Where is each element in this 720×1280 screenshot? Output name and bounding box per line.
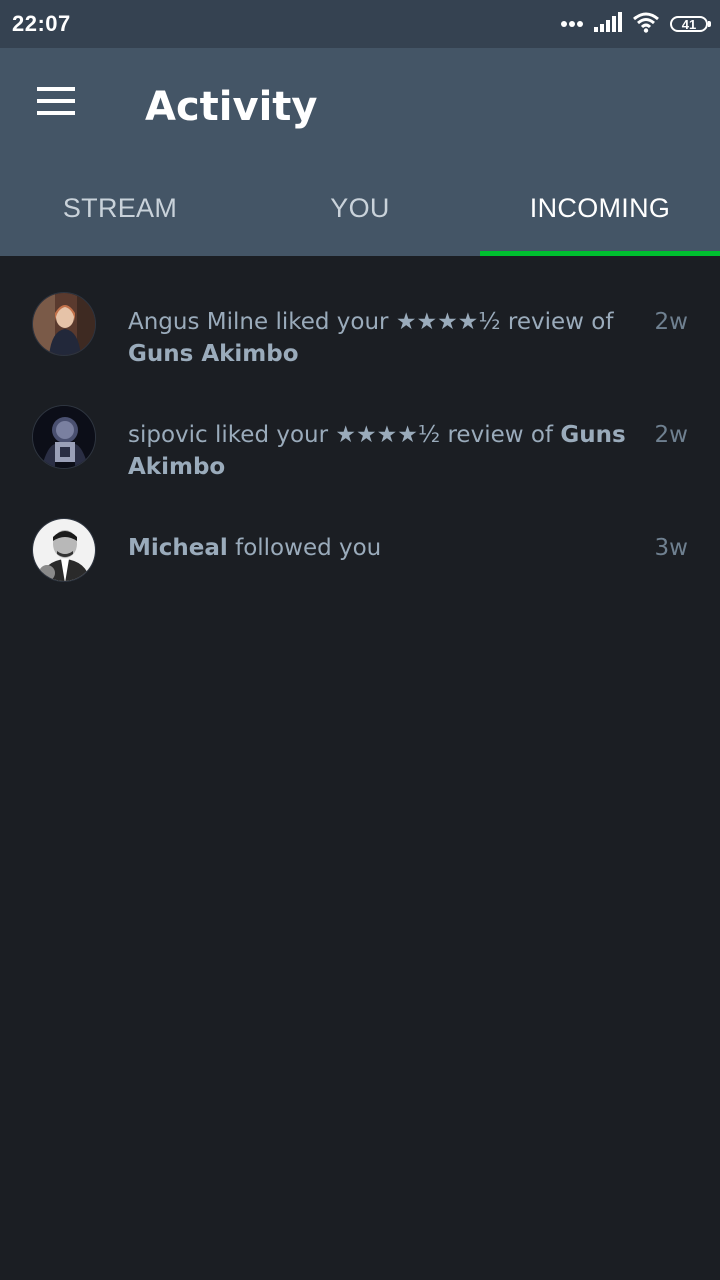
activity-action: liked your	[215, 422, 329, 448]
status-time: 22:07	[12, 11, 71, 36]
activity-middle: review of	[507, 309, 614, 335]
menu-button[interactable]	[26, 78, 86, 128]
tab-label: STREAM	[62, 192, 178, 223]
tab-label: YOU	[330, 192, 390, 223]
page-title: Activity	[145, 84, 318, 130]
status-icons: 41	[560, 10, 711, 38]
list-item[interactable]: Angus Milne liked your ★★★★½ review of G…	[0, 256, 720, 369]
avatar[interactable]	[32, 405, 96, 469]
hamburger-menu-icon	[37, 86, 75, 120]
activity-middle: review of	[447, 422, 554, 448]
battery-level: 41	[681, 16, 697, 32]
wifi-icon	[632, 11, 660, 38]
battery-icon: 41	[670, 16, 711, 32]
activity-time: 3w	[654, 535, 688, 561]
app-bar: Activity STREAM YOU INCOMING	[0, 48, 720, 256]
activity-action: followed you	[235, 535, 382, 561]
activity-user[interactable]: Angus Milne	[128, 309, 268, 335]
avatar[interactable]	[32, 292, 96, 356]
status-bar: 22:07 41	[0, 0, 720, 48]
film-title[interactable]: Guns Akimbo	[128, 341, 299, 367]
tab-incoming[interactable]: INCOMING	[480, 160, 720, 256]
activity-text: sipovic liked your ★★★★½ review of Guns …	[128, 419, 628, 483]
activity-action: liked your	[275, 309, 389, 335]
rating-stars: ★★★★½	[395, 309, 501, 335]
activity-time: 2w	[654, 309, 688, 335]
avatar[interactable]	[32, 518, 96, 582]
list-item[interactable]: sipovic liked your ★★★★½ review of Guns …	[0, 369, 720, 482]
activity-text: Angus Milne liked your ★★★★½ review of G…	[128, 306, 628, 370]
more-dots-icon	[560, 15, 584, 33]
activity-list: Angus Milne liked your ★★★★½ review of G…	[0, 256, 720, 595]
tab-label: INCOMING	[529, 192, 671, 223]
signal-icon	[594, 11, 622, 37]
activity-user[interactable]: Micheal	[128, 535, 228, 561]
activity-time: 2w	[654, 422, 688, 448]
tab-you[interactable]: YOU	[240, 160, 480, 256]
activity-text: Micheal followed you	[128, 532, 628, 564]
rating-stars: ★★★★½	[335, 422, 441, 448]
tab-stream[interactable]: STREAM	[0, 160, 240, 256]
activity-user[interactable]: sipovic	[128, 422, 208, 448]
list-item[interactable]: Micheal followed you 3w	[0, 482, 720, 595]
tab-bar: STREAM YOU INCOMING	[0, 160, 720, 256]
